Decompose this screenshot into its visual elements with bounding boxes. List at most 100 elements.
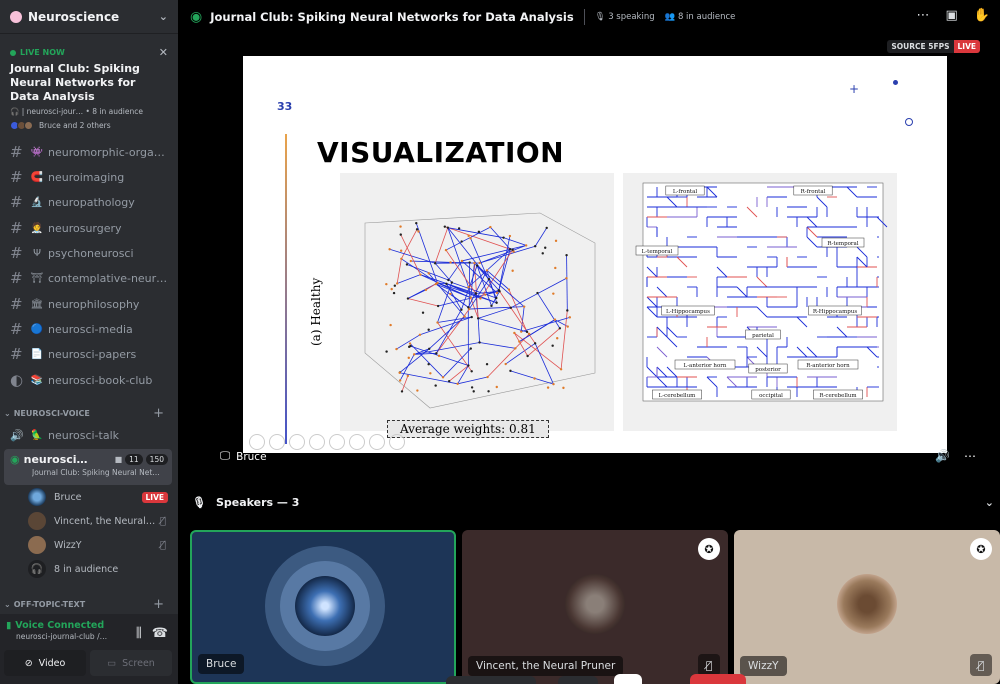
channel-item[interactable]: # ⛩ contemplative-neur… [0, 266, 178, 290]
network-node [449, 292, 452, 296]
channel-item[interactable]: # 📄 neurosci-papers [0, 342, 178, 366]
network-node [478, 261, 481, 265]
network-node [504, 362, 507, 366]
screen-share-slide[interactable]: 33 + VISUALIZATION L-frontal R-frontal L-t… [243, 56, 947, 453]
speaking-count: 🎙 3 speaking [594, 12, 655, 22]
add-channel-icon[interactable]: + [153, 597, 178, 612]
network-edge [514, 332, 528, 357]
server-header[interactable]: Neuroscience ⌄ [0, 0, 178, 34]
speaker-tile-bruce[interactable]: Bruce [190, 530, 456, 684]
circle-decoration [905, 118, 913, 126]
average-weights-label: Average weights: 0.81 [387, 420, 549, 438]
screen-icon: ▭ [107, 657, 117, 669]
network-node [470, 315, 473, 319]
network-node [513, 331, 516, 335]
close-icon[interactable]: ✕ [159, 46, 168, 59]
network-edge [537, 292, 561, 329]
network-node [449, 261, 452, 264]
active-voice-channel[interactable]: ◉ neurosci… ■ 11 150 Journal Club: Spiki… [4, 449, 172, 485]
network-node [446, 226, 450, 229]
video-off-icon: ⊘ [24, 657, 33, 669]
hash-icon: # [10, 244, 23, 262]
noise-suppression-icon[interactable]: ⫼ [136, 626, 142, 641]
network-node [460, 259, 464, 263]
network-node [490, 304, 493, 308]
audience-count[interactable]: 🎧 8 in audience [28, 558, 174, 580]
network-node [437, 354, 441, 358]
stage-icon: ◉ [10, 453, 20, 466]
channel-item[interactable]: # 🧑‍⚕️ neurosurgery [0, 216, 178, 240]
network-node [400, 257, 403, 260]
voice-member[interactable]: Vincent, the Neural… 🎙̸ [28, 510, 174, 532]
screen-control[interactable] [614, 674, 642, 684]
moderator-badge-icon: ✪ [698, 538, 720, 560]
channel-item[interactable]: # 🏛 neurophilosophy [0, 292, 178, 316]
network-edge [407, 298, 439, 307]
network-node [507, 288, 511, 291]
network-node [460, 308, 463, 311]
leave-control[interactable] [690, 674, 746, 684]
more-options-icon[interactable]: ⋯ [917, 8, 930, 23]
tool-icon[interactable] [329, 434, 345, 450]
raise-hand-icon[interactable]: ✋ [974, 8, 990, 23]
hash-icon: # [10, 269, 23, 287]
channel-item[interactable]: # 🧲 neuroimaging [0, 165, 178, 189]
tool-icon[interactable] [349, 434, 365, 450]
add-channel-icon[interactable]: + [153, 406, 178, 421]
voice-member[interactable]: WizzY 🎙̸ [28, 534, 174, 556]
chevron-down-icon[interactable]: ⌄ [159, 10, 168, 23]
tool-icon[interactable] [369, 434, 385, 450]
tool-icon[interactable] [389, 434, 405, 450]
region-label: L-anterior horn [674, 359, 736, 370]
speaker-icon: 🔊 [10, 428, 24, 442]
network-node [435, 352, 438, 355]
network-node [412, 353, 416, 356]
mic-control[interactable] [446, 676, 536, 684]
screen-share-button[interactable]: ▭ Screen [90, 650, 172, 676]
popout-icon[interactable]: ▣ [946, 8, 958, 23]
tool-icon[interactable] [269, 434, 285, 450]
live-now-card[interactable]: LIVE NOW ✕ Journal Club: Spiking Neural … [0, 40, 178, 130]
voice-channel-item[interactable]: 🔊 🦜 neurosci-talk [0, 423, 178, 447]
camera-control[interactable] [558, 676, 598, 684]
tool-icon[interactable] [289, 434, 305, 450]
network-node [566, 325, 569, 328]
network-node [502, 236, 505, 239]
tool-icon[interactable] [249, 434, 265, 450]
chevron-down-icon[interactable]: ⌄ [985, 496, 994, 509]
network-node [553, 318, 557, 321]
channel-item[interactable]: ◐ 📚 neurosci-book-club [0, 368, 178, 392]
network-node [447, 278, 450, 282]
voice-member[interactable]: Bruce LIVE [28, 486, 174, 508]
voice-status[interactable]: Voice Connected [15, 620, 104, 631]
channel-item[interactable]: # 👾 neuromorphic-orga… [0, 140, 178, 164]
network-node [469, 296, 472, 299]
channel-item[interactable]: # Ψpsychoneurosci [0, 241, 178, 265]
network-node [468, 261, 471, 264]
network-node [568, 316, 572, 319]
speakers-header[interactable]: 🎙 Speakers — 3 ⌄ [178, 490, 1000, 514]
channel-item[interactable]: # 🔬 neuropathology [0, 190, 178, 214]
category-off-topic-text[interactable]: ⌄ OFF-TOPIC-TEXT + [0, 596, 178, 612]
live-badge: LIVE [141, 491, 168, 503]
network-node [546, 386, 550, 389]
more-options-icon[interactable]: ⋯ [964, 449, 976, 463]
channel-sidebar: Neuroscience ⌄ LIVE NOW ✕ Journal Club: … [0, 0, 178, 684]
speaker-tile-vincent[interactable]: ✪ Vincent, the Neural Pruner 🎙̸ [462, 530, 728, 684]
volume-icon[interactable]: 🔊 [935, 449, 950, 463]
network-node [406, 297, 410, 300]
channel-item[interactable]: # 🔵 neurosci-media [0, 317, 178, 341]
network-node [399, 249, 403, 252]
network-node [398, 379, 402, 382]
network-node [399, 225, 402, 228]
speaker-tile-wizzy[interactable]: ✪ WizzY 🎙̸ [734, 530, 1000, 684]
category-neurosci-voice[interactable]: ⌄ NEUROSCI-VOICE + [0, 405, 178, 421]
network-node [457, 227, 461, 230]
hash-icon: # [10, 219, 23, 237]
network-node [427, 362, 430, 366]
stage-topbar: ◉ Journal Club: Spiking Neural Networks … [178, 0, 1000, 34]
svg-text:parietal: parietal [752, 333, 774, 339]
disconnect-icon[interactable]: ☎ [152, 626, 168, 641]
video-button[interactable]: ⊘ Video [4, 650, 86, 676]
tool-icon[interactable] [309, 434, 325, 450]
